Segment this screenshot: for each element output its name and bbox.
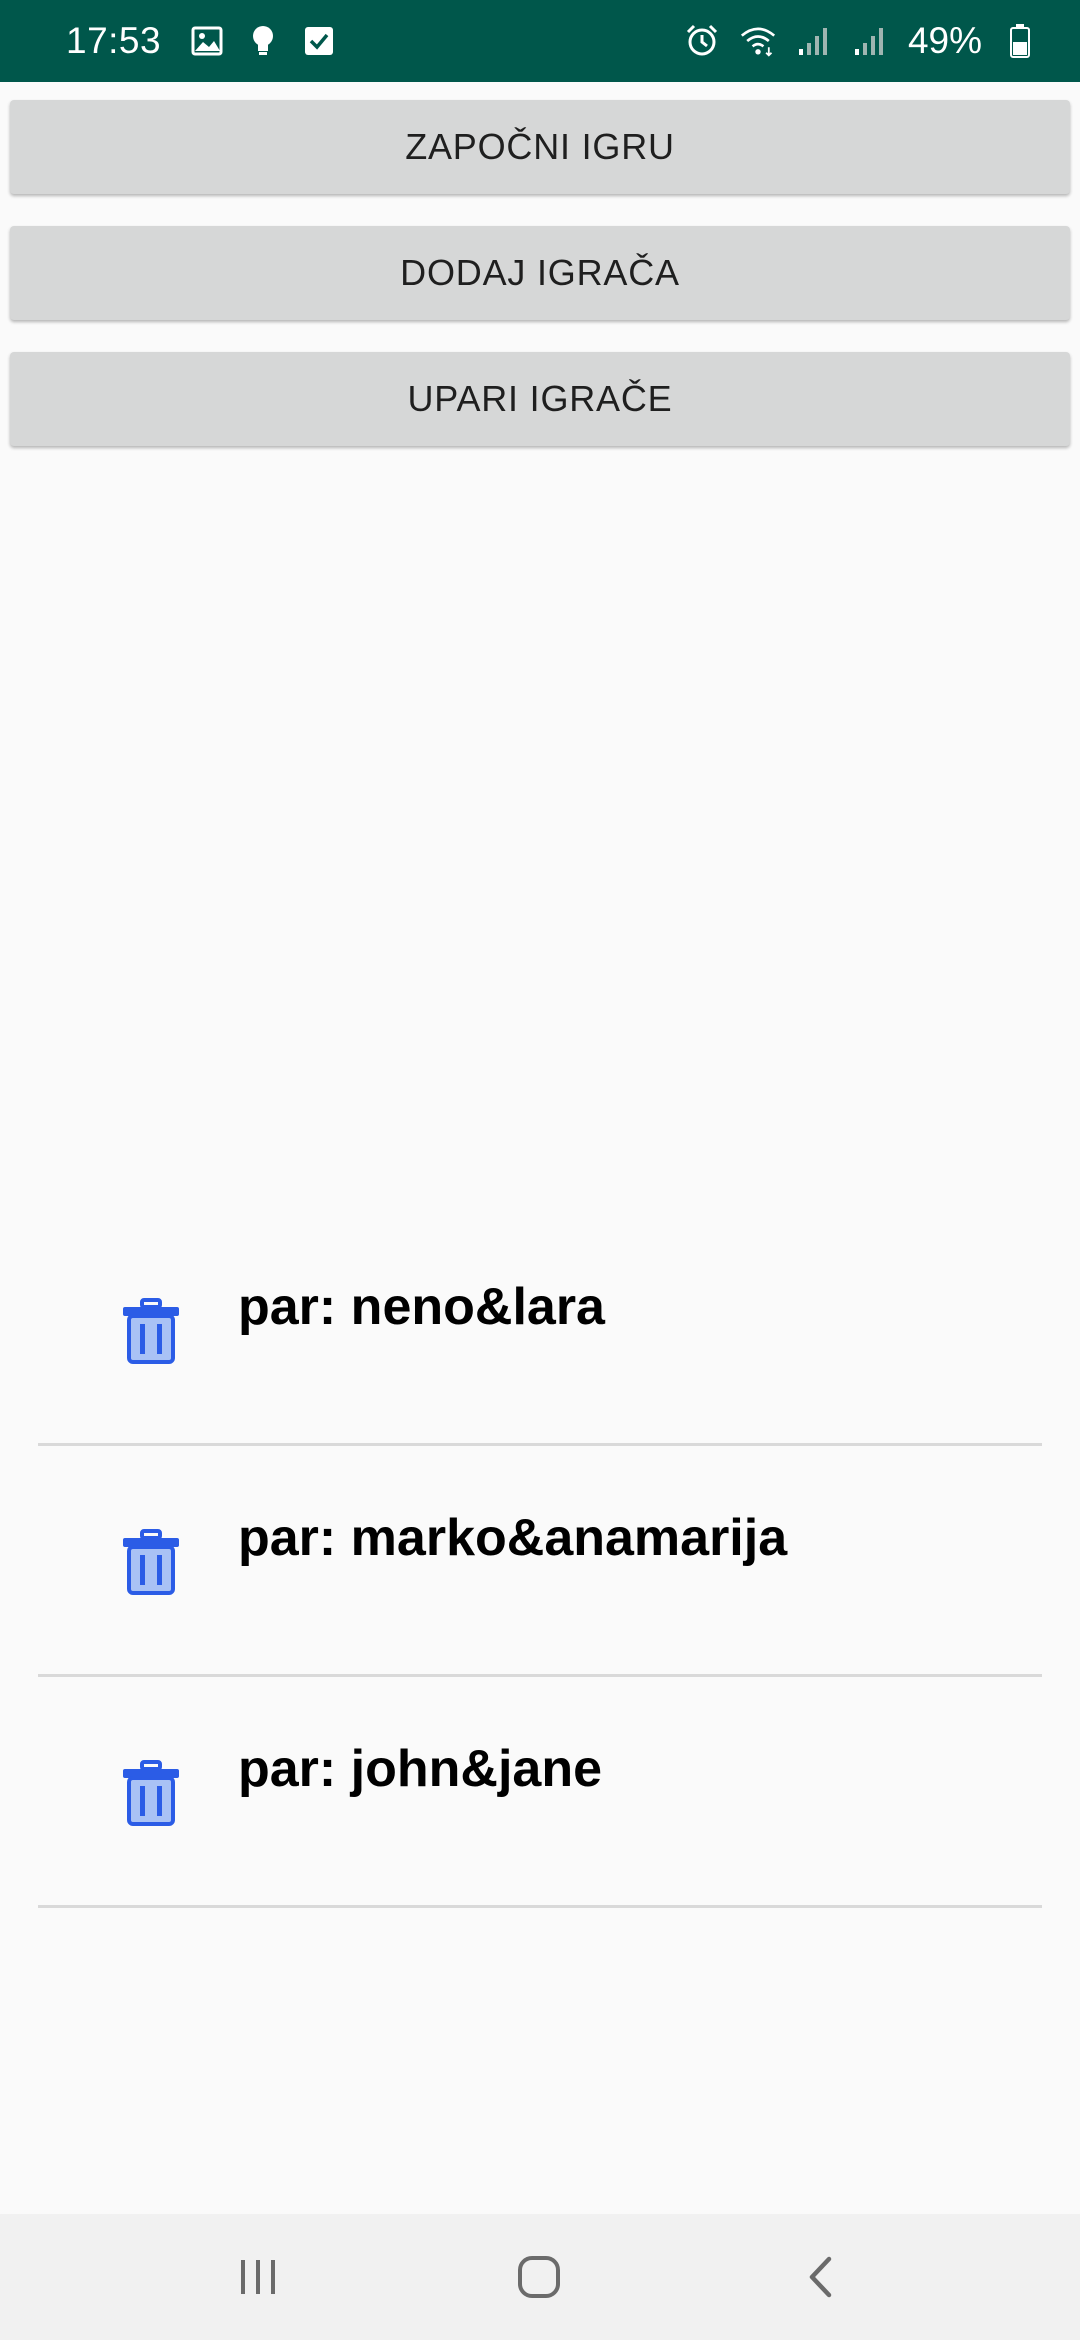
trash-icon bbox=[123, 1760, 179, 1826]
trash-icon bbox=[123, 1298, 179, 1364]
battery-icon bbox=[1002, 23, 1038, 59]
pair-label: par: neno&lara bbox=[238, 1278, 605, 1336]
pair-label: par: marko&anamarija bbox=[238, 1509, 788, 1567]
back-button[interactable] bbox=[776, 2242, 866, 2312]
image-icon bbox=[189, 23, 225, 59]
delete-pair-button[interactable] bbox=[120, 1528, 182, 1598]
home-button[interactable] bbox=[494, 2242, 584, 2312]
start-game-button[interactable]: ZAPOČNI IGRU bbox=[10, 100, 1070, 194]
back-icon bbox=[809, 2256, 832, 2298]
list-item: par: neno&lara bbox=[38, 1215, 1042, 1446]
list-item: par: john&jane bbox=[38, 1677, 1042, 1908]
status-bar: 17:53 49% bbox=[0, 0, 1080, 82]
add-player-button[interactable]: DODAJ IGRAČA bbox=[10, 226, 1070, 320]
checkbox-icon bbox=[301, 23, 337, 59]
pair-players-button[interactable]: UPARI IGRAČE bbox=[10, 352, 1070, 446]
status-right: 49% bbox=[684, 20, 1038, 62]
screen: 17:53 49% ZAPOČNI IGRU DODAJ IGRAČA UPAR… bbox=[0, 0, 1080, 2340]
signal-icon bbox=[796, 23, 832, 59]
delete-pair-button[interactable] bbox=[120, 1759, 182, 1829]
battery-percent: 49% bbox=[907, 20, 982, 61]
trash-icon bbox=[123, 1529, 179, 1595]
status-left: 17:53 bbox=[66, 20, 337, 62]
recents-button[interactable] bbox=[213, 2242, 303, 2312]
lightbulb-icon bbox=[245, 23, 281, 59]
recents-icon bbox=[241, 2260, 275, 2294]
status-time: 17:53 bbox=[66, 20, 162, 61]
alarm-icon bbox=[684, 23, 720, 59]
pair-label: par: john&jane bbox=[238, 1740, 603, 1798]
delete-pair-button[interactable] bbox=[120, 1297, 182, 1367]
wifi-icon bbox=[740, 23, 776, 59]
navigation-bar bbox=[0, 2214, 1080, 2340]
list-item: par: marko&anamarija bbox=[38, 1446, 1042, 1677]
home-icon bbox=[518, 2256, 560, 2298]
signal-icon bbox=[852, 23, 888, 59]
